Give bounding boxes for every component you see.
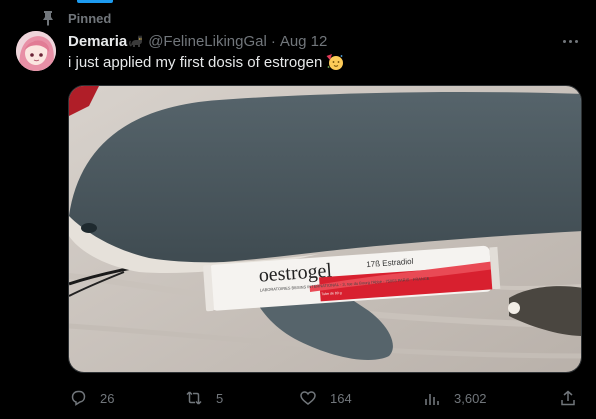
like-count: 164 bbox=[330, 390, 352, 406]
repost-count: 5 bbox=[216, 390, 224, 406]
avatar[interactable] bbox=[16, 31, 56, 71]
more-options-icon[interactable] bbox=[560, 34, 580, 48]
views-count: 3,602 bbox=[454, 390, 487, 406]
share-icon bbox=[558, 388, 578, 408]
separator-dot: · bbox=[270, 32, 276, 50]
reply-button[interactable]: 26 bbox=[68, 386, 114, 410]
partying-face-emoji-icon bbox=[326, 53, 344, 71]
reply-count: 26 bbox=[100, 390, 115, 406]
tweet-text-row: i just applied my first dosis of estroge… bbox=[68, 52, 344, 72]
repost-button[interactable]: 5 bbox=[184, 386, 223, 410]
author-handle[interactable]: @FelineLikingGal bbox=[148, 33, 267, 50]
tweet-photo[interactable]: oestrogel 17ß Estradiol LABORATOIRES BES… bbox=[68, 85, 582, 373]
views-chart-icon bbox=[422, 388, 442, 408]
pinned-label: Pinned bbox=[68, 10, 112, 26]
tweet-header: Demaria @FelineLikingGal · Aug 12 bbox=[68, 31, 327, 51]
views-button[interactable]: 3,602 bbox=[422, 386, 487, 410]
share-button[interactable] bbox=[558, 386, 578, 410]
heart-icon bbox=[298, 388, 318, 408]
reply-icon bbox=[68, 388, 88, 408]
author-name[interactable]: Demaria bbox=[68, 33, 127, 50]
black-cat-emoji-icon bbox=[129, 34, 145, 48]
pinned-indicator: Pinned bbox=[38, 8, 111, 28]
tweet-date[interactable]: Aug 12 bbox=[280, 33, 328, 50]
pin-icon bbox=[38, 8, 58, 28]
tab-indicator bbox=[77, 0, 113, 3]
repost-icon bbox=[184, 388, 204, 408]
tweet-text: i just applied my first dosis of estroge… bbox=[68, 53, 323, 71]
like-button[interactable]: 164 bbox=[298, 386, 352, 410]
tweet-actions: 26 5 164 3,602 bbox=[68, 386, 582, 410]
